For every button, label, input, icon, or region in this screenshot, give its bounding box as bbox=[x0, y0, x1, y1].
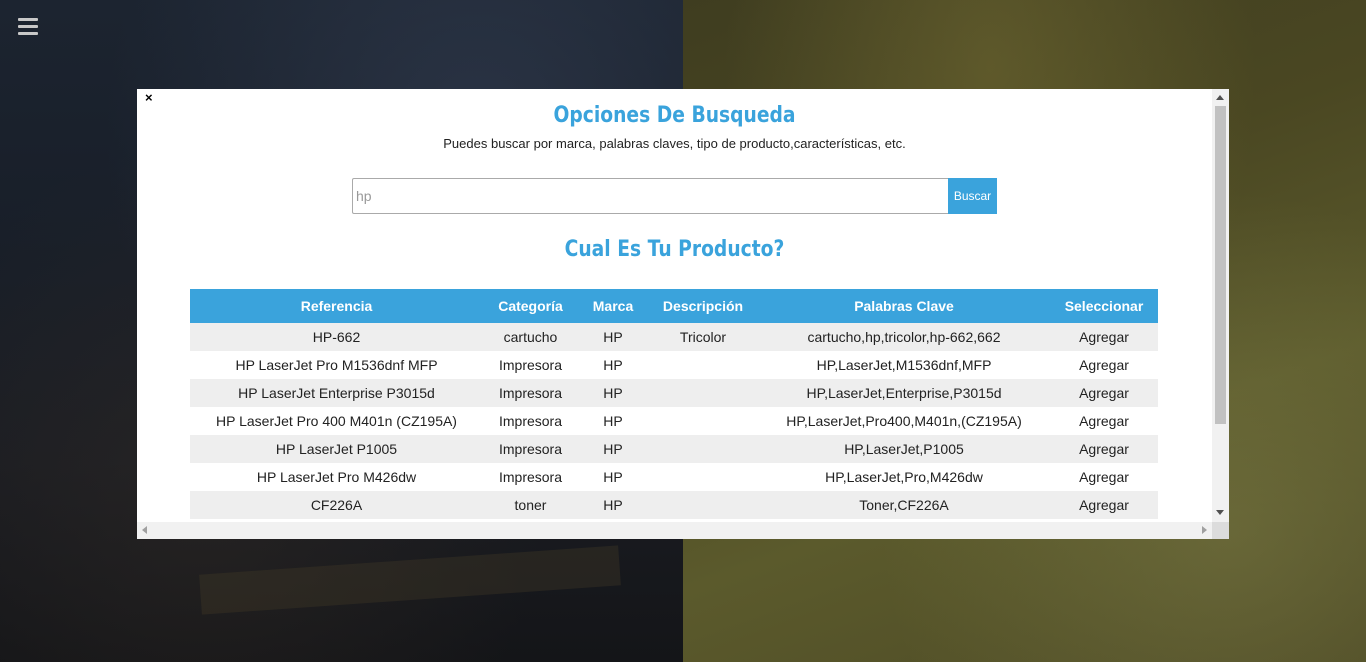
horizontal-scrollbar[interactable] bbox=[137, 522, 1212, 539]
cell-descripcion bbox=[648, 379, 758, 407]
cell-referencia: HP LaserJet Pro 400 M401n (CZ195A) bbox=[190, 407, 483, 435]
cell-descripcion: Tricolor bbox=[648, 323, 758, 351]
cell-marca: HP bbox=[578, 463, 648, 491]
cell-referencia: HP LaserJet Pro M1536dnf MFP bbox=[190, 351, 483, 379]
cell-marca: HP bbox=[578, 351, 648, 379]
cell-referencia: HP LaserJet Enterprise P3015d bbox=[190, 379, 483, 407]
cell-categoria: Impresora bbox=[483, 351, 578, 379]
search-modal: × Opciones De Busqueda Puedes buscar por… bbox=[137, 89, 1229, 539]
add-button[interactable]: Agregar bbox=[1050, 351, 1158, 379]
cell-categoria: Impresora bbox=[483, 407, 578, 435]
results-table: Referencia Categoría Marca Descripción P… bbox=[190, 289, 1158, 519]
results-title: Cual Es Tu Producto? bbox=[564, 237, 785, 262]
scroll-left-arrow-icon[interactable] bbox=[142, 526, 147, 534]
cell-marca: HP bbox=[578, 491, 648, 519]
add-button[interactable]: Agregar bbox=[1050, 435, 1158, 463]
modal-subtitle: Puedes buscar por marca, palabras claves… bbox=[443, 136, 906, 151]
cell-marca: HP bbox=[578, 323, 648, 351]
search-input[interactable] bbox=[352, 178, 949, 214]
cell-descripcion bbox=[648, 407, 758, 435]
table-row: CF226A toner HP Toner,CF226A Agregar bbox=[190, 491, 1158, 519]
table-header-row: Referencia Categoría Marca Descripción P… bbox=[190, 289, 1158, 323]
add-button[interactable]: Agregar bbox=[1050, 407, 1158, 435]
modal-content: × Opciones De Busqueda Puedes buscar por… bbox=[137, 89, 1212, 522]
table-row: HP LaserJet Enterprise P3015d Impresora HP… bbox=[190, 379, 1158, 407]
cell-palabras-clave: HP,LaserJet,Pro,M426dw bbox=[758, 463, 1050, 491]
cell-categoria: Impresora bbox=[483, 463, 578, 491]
cell-descripcion bbox=[648, 435, 758, 463]
table-row: HP-662 cartucho HP Tricolor cartucho,hp,tric… bbox=[190, 323, 1158, 351]
header-palabras-clave: Palabras Clave bbox=[758, 289, 1050, 323]
table-row: HP LaserJet Pro 400 M401n (CZ195A) Impres… bbox=[190, 407, 1158, 435]
scrollbar-corner bbox=[1212, 522, 1229, 539]
cell-marca: HP bbox=[578, 435, 648, 463]
cell-categoria: Impresora bbox=[483, 379, 578, 407]
table-row: HP LaserJet Pro M1536dnf MFP Impresora HP H… bbox=[190, 351, 1158, 379]
scroll-right-arrow-icon[interactable] bbox=[1202, 526, 1207, 534]
cell-palabras-clave: HP,LaserJet,P1005 bbox=[758, 435, 1050, 463]
cell-palabras-clave: HP,LaserJet,M1536dnf,MFP bbox=[758, 351, 1050, 379]
cell-descripcion bbox=[648, 463, 758, 491]
cell-categoria: Impresora bbox=[483, 435, 578, 463]
add-button[interactable]: Agregar bbox=[1050, 463, 1158, 491]
cell-referencia: CF226A bbox=[190, 491, 483, 519]
header-categoria: Categoría bbox=[483, 289, 578, 323]
cell-referencia: HP LaserJet Pro M426dw bbox=[190, 463, 483, 491]
vertical-scrollbar[interactable] bbox=[1212, 89, 1229, 522]
header-descripcion: Descripción bbox=[648, 289, 758, 323]
cell-marca: HP bbox=[578, 407, 648, 435]
cell-referencia: HP-662 bbox=[190, 323, 483, 351]
cell-palabras-clave: HP,LaserJet,Enterprise,P3015d bbox=[758, 379, 1050, 407]
table-row: HP LaserJet P1005 Impresora HP HP,LaserJet,… bbox=[190, 435, 1158, 463]
cell-descripcion bbox=[648, 491, 758, 519]
modal-title: Opciones De Busqueda bbox=[553, 103, 796, 128]
scrollbar-thumb[interactable] bbox=[1215, 106, 1226, 424]
header-marca: Marca bbox=[578, 289, 648, 323]
cell-categoria: toner bbox=[483, 491, 578, 519]
header-seleccionar: Seleccionar bbox=[1050, 289, 1158, 323]
cell-referencia: HP LaserJet P1005 bbox=[190, 435, 483, 463]
cell-marca: HP bbox=[578, 379, 648, 407]
table-row: HP LaserJet Pro M426dw Impresora HP HP,Lase… bbox=[190, 463, 1158, 491]
cell-palabras-clave: Toner,CF226A bbox=[758, 491, 1050, 519]
close-icon[interactable]: × bbox=[145, 91, 153, 105]
cell-palabras-clave: HP,LaserJet,Pro400,M401n,(CZ195A) bbox=[758, 407, 1050, 435]
add-button[interactable]: Agregar bbox=[1050, 379, 1158, 407]
cell-categoria: cartucho bbox=[483, 323, 578, 351]
cell-descripcion bbox=[648, 351, 758, 379]
cell-palabras-clave: cartucho,hp,tricolor,hp-662,662 bbox=[758, 323, 1050, 351]
hamburger-menu-icon[interactable] bbox=[18, 18, 38, 36]
scroll-up-arrow-icon[interactable] bbox=[1216, 95, 1224, 100]
search-button[interactable]: Buscar bbox=[948, 178, 997, 214]
scroll-down-arrow-icon[interactable] bbox=[1216, 510, 1224, 515]
header-referencia: Referencia bbox=[190, 289, 483, 323]
add-button[interactable]: Agregar bbox=[1050, 491, 1158, 519]
add-button[interactable]: Agregar bbox=[1050, 323, 1158, 351]
